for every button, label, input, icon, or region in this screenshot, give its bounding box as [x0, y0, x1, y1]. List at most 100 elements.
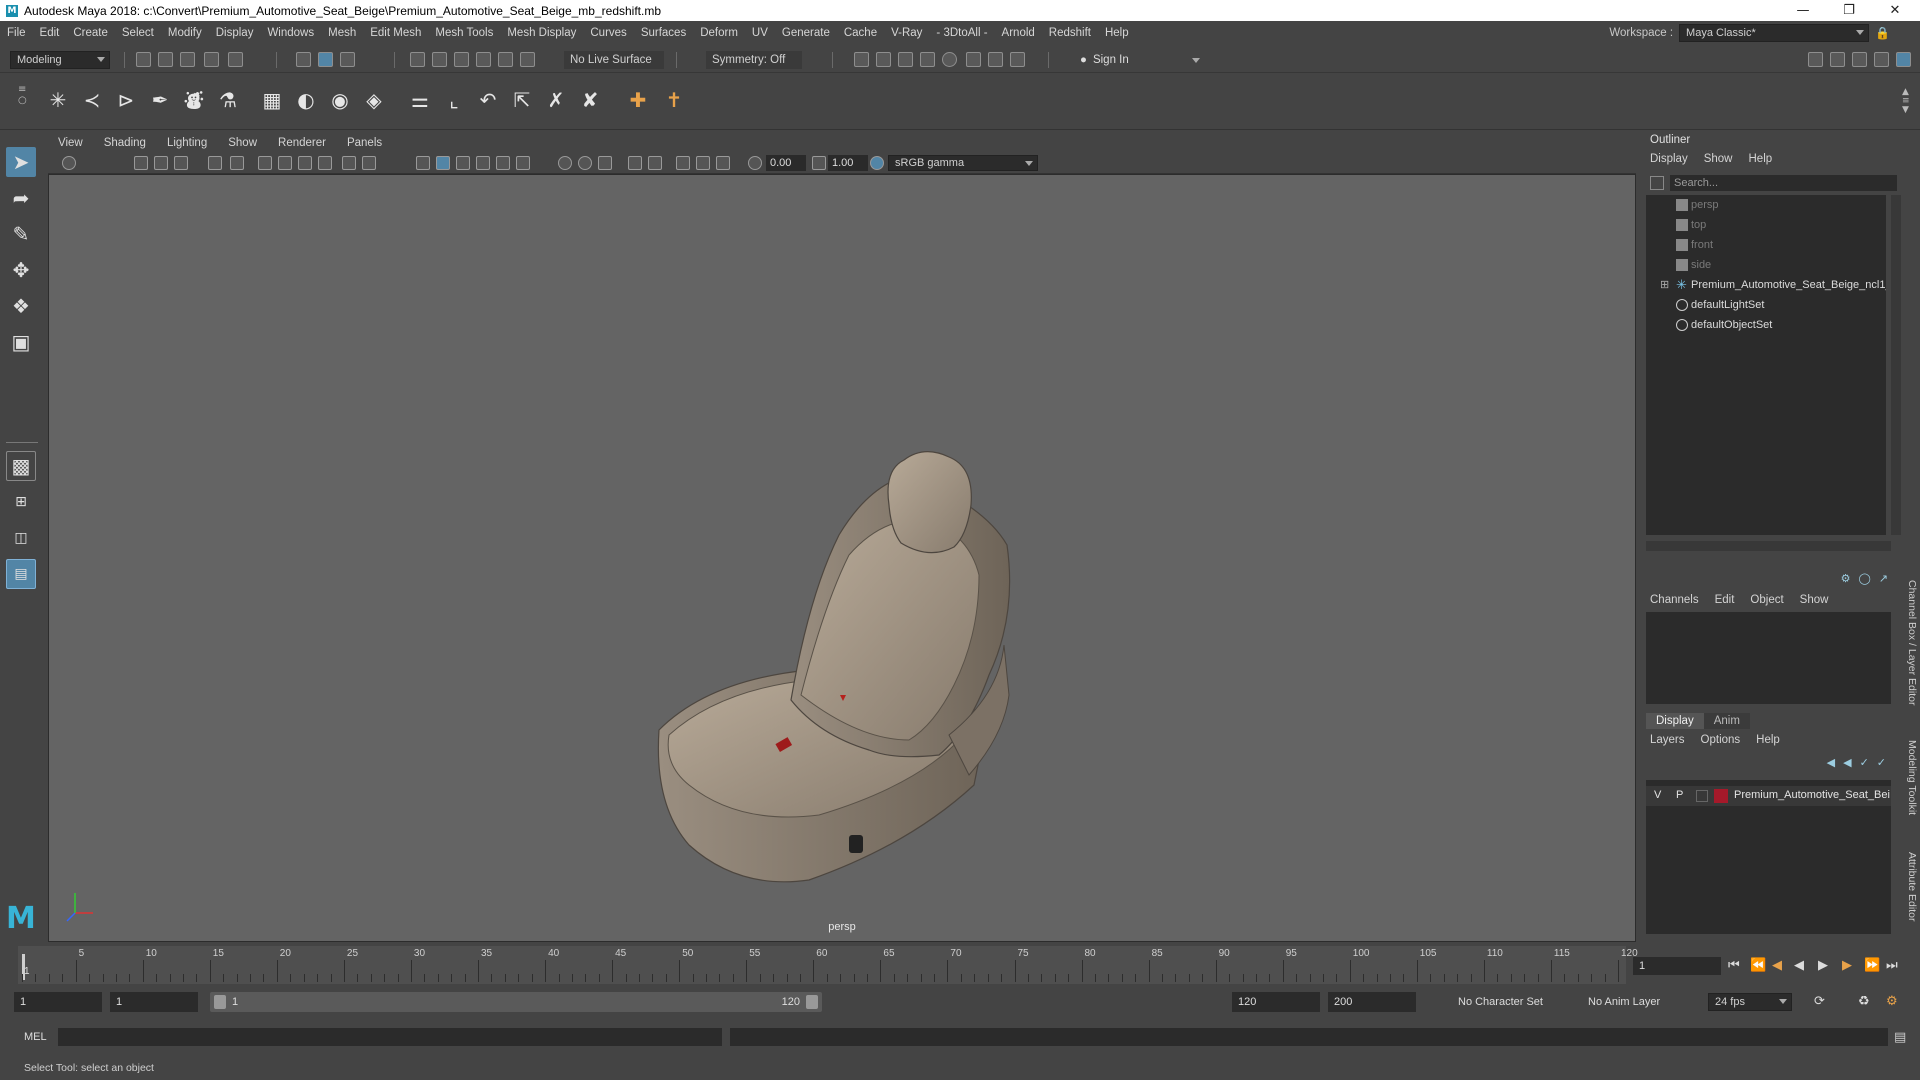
- channel-menu-channels[interactable]: Channels: [1650, 594, 1699, 606]
- range-bar[interactable]: 1 120: [210, 992, 822, 1012]
- constraint-aim-icon[interactable]: ✝: [660, 86, 688, 114]
- blend-shape-icon[interactable]: ⚌: [406, 86, 434, 114]
- menu-windows[interactable]: Windows: [260, 27, 321, 39]
- color-management-icon[interactable]: [870, 156, 884, 170]
- viewport-menu-shading[interactable]: Shading: [94, 137, 157, 149]
- current-frame-field[interactable]: 1: [1633, 957, 1721, 975]
- minimize-button[interactable]: —: [1780, 0, 1826, 21]
- render-settings-icon[interactable]: [920, 52, 935, 67]
- select-hierarchy-icon[interactable]: [296, 52, 311, 67]
- menu-surfaces[interactable]: Surfaces: [634, 27, 693, 39]
- ik-handle-icon[interactable]: ≺: [78, 86, 106, 114]
- persp-graph-icon[interactable]: ▤: [6, 559, 36, 589]
- snap-curve-icon[interactable]: [432, 52, 447, 67]
- viewport-menu-view[interactable]: View: [48, 137, 94, 149]
- menu-3dtoall[interactable]: - 3DtoAll -: [929, 27, 994, 39]
- menu-select[interactable]: Select: [115, 27, 161, 39]
- anim-layer-label[interactable]: No Anim Layer: [1588, 992, 1660, 1012]
- playback-end-field[interactable]: 120: [1232, 992, 1320, 1012]
- render-frame-icon[interactable]: [876, 52, 891, 67]
- render-view-icon[interactable]: [854, 52, 869, 67]
- scale-tool-icon[interactable]: ▣: [6, 327, 36, 357]
- hypershade-icon[interactable]: [942, 52, 957, 67]
- outliner-vertical-scrollbar[interactable]: [1891, 195, 1901, 535]
- human-ik-icon[interactable]: ⚗: [214, 86, 242, 114]
- xray-active-icon[interactable]: [696, 156, 710, 170]
- list-item[interactable]: persp: [1646, 195, 1886, 215]
- layer-menu-layers[interactable]: Layers: [1650, 734, 1685, 746]
- script-editor-icon[interactable]: ▤: [1894, 1030, 1906, 1045]
- list-item[interactable]: ⊞ ✳ Premium_Automotive_Seat_Beige_ncl1_1: [1646, 275, 1886, 295]
- scene-end-field[interactable]: 200: [1328, 992, 1416, 1012]
- color-space-dropdown[interactable]: sRGB gamma: [888, 155, 1038, 171]
- sign-in-button[interactable]: ● Sign In: [1080, 51, 1200, 69]
- menu-display[interactable]: Display: [209, 27, 261, 39]
- layer-visibility-toggle[interactable]: V: [1654, 789, 1661, 801]
- gamma-icon[interactable]: [812, 156, 826, 170]
- menu-create[interactable]: Create: [66, 27, 115, 39]
- ambient-occlusion-icon[interactable]: [558, 156, 572, 170]
- smooth-shade-icon[interactable]: [436, 156, 450, 170]
- open-scene-icon[interactable]: [158, 52, 173, 67]
- exposure-icon[interactable]: [748, 156, 762, 170]
- step-forward-frame-icon[interactable]: ▶: [1842, 958, 1852, 973]
- go-to-end-icon[interactable]: ⏭: [1886, 958, 1898, 973]
- fps-dropdown[interactable]: 24 fps: [1708, 993, 1792, 1011]
- tool-settings-icon[interactable]: [1852, 52, 1867, 67]
- channel-menu-object[interactable]: Object: [1750, 594, 1783, 606]
- menu-generate[interactable]: Generate: [775, 27, 837, 39]
- snap-pivot-icon[interactable]: [520, 52, 535, 67]
- loop-icon[interactable]: ⟳: [1814, 994, 1825, 1009]
- scene-start-field[interactable]: 1: [14, 992, 102, 1012]
- joint-tool-icon[interactable]: ✳: [44, 86, 72, 114]
- close-button[interactable]: ✕: [1872, 0, 1918, 21]
- lights-icon[interactable]: [496, 156, 510, 170]
- skin-paint-icon[interactable]: ✒: [146, 86, 174, 114]
- persp-outliner-icon[interactable]: ◫: [6, 523, 36, 553]
- list-item[interactable]: defaultLightSet: [1646, 295, 1886, 315]
- range-end-handle[interactable]: [806, 995, 818, 1009]
- workspace-dropdown[interactable]: Maya Classic*: [1679, 24, 1870, 42]
- speed-icon[interactable]: ◯: [1858, 572, 1870, 585]
- snap-point-icon[interactable]: [454, 52, 469, 67]
- tab-attribute-editor[interactable]: Attribute Editor: [1906, 852, 1918, 921]
- layer-menu-help[interactable]: Help: [1756, 734, 1780, 746]
- layer-color-swatch[interactable]: [1714, 789, 1728, 803]
- snap-surface-icon[interactable]: [498, 52, 513, 67]
- single-perspective-icon[interactable]: ▩: [6, 451, 36, 481]
- tab-display[interactable]: Display: [1646, 713, 1704, 729]
- tab-channel-box-layer-editor[interactable]: Channel Box / Layer Editor: [1906, 580, 1918, 706]
- menu-curves[interactable]: Curves: [583, 27, 633, 39]
- filter-icon[interactable]: [1650, 176, 1664, 190]
- modeling-toolkit-icon[interactable]: [1808, 52, 1823, 67]
- wireframe-on-shaded-icon[interactable]: [456, 156, 470, 170]
- bend-icon[interactable]: ↶: [474, 86, 502, 114]
- camera-attributes-icon[interactable]: [62, 156, 76, 170]
- tab-modeling-toolkit[interactable]: Modeling Toolkit: [1906, 740, 1918, 815]
- command-input[interactable]: [58, 1028, 722, 1046]
- layer-menu-options[interactable]: Options: [1701, 734, 1741, 746]
- paint-select-icon[interactable]: ✎: [6, 219, 36, 249]
- expand-icon[interactable]: ⊞: [1660, 275, 1669, 295]
- move-tool-icon[interactable]: ✥: [6, 255, 36, 285]
- tab-anim[interactable]: Anim: [1703, 713, 1750, 729]
- resolution-gate-icon[interactable]: [278, 156, 292, 170]
- viewport-menu-renderer[interactable]: Renderer: [268, 137, 337, 149]
- rotate-tool-icon[interactable]: ❖: [6, 291, 36, 321]
- light-editor-icon[interactable]: [988, 52, 1003, 67]
- shelf-options-icon[interactable]: ≡ ○: [18, 84, 28, 118]
- motion-blur-icon[interactable]: [578, 156, 592, 170]
- menu-edit[interactable]: Edit: [33, 27, 67, 39]
- layer-row[interactable]: V P Premium_Automotive_Seat_Bei: [1646, 786, 1891, 806]
- menu-file[interactable]: File: [0, 27, 33, 39]
- channel-menu-edit[interactable]: Edit: [1715, 594, 1735, 606]
- list-item[interactable]: front: [1646, 235, 1886, 255]
- time-slider-track[interactable]: 1 5 10 15 20 25 30 35 40 45 50 55 60 65 70 75 80 85 90 95 1…: [18, 946, 1638, 984]
- manipulator-icon[interactable]: ⚙: [1841, 572, 1851, 585]
- lasso-tool-icon[interactable]: ➦: [6, 183, 36, 213]
- xray-icon[interactable]: [648, 156, 662, 170]
- bookmark-icon[interactable]: [174, 156, 188, 170]
- menu-mesh[interactable]: Mesh: [321, 27, 363, 39]
- list-item[interactable]: side: [1646, 255, 1886, 275]
- new-layer-icon[interactable]: ✓: [1860, 756, 1869, 769]
